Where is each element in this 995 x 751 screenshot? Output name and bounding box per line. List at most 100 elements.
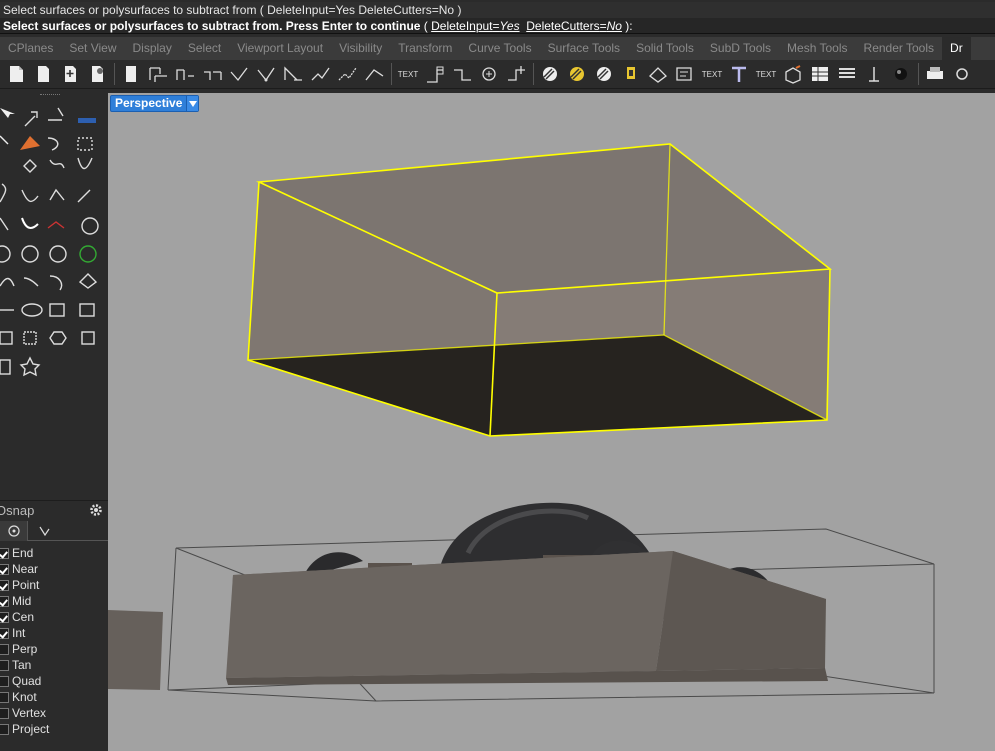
osnap-item-tan[interactable]: Tan	[0, 657, 49, 673]
explode-text-icon[interactable]: TEXT	[753, 62, 779, 86]
osnap-item-quad[interactable]: Quad	[0, 673, 49, 689]
add-page-icon[interactable]	[57, 62, 83, 86]
viewport-label[interactable]: Perspective	[110, 95, 200, 112]
osnap-item-knot[interactable]: Knot	[0, 689, 49, 705]
osnap-item-perp[interactable]: Perp	[0, 641, 49, 657]
option-delete-input-name: DeleteInput	[431, 19, 493, 33]
line-icon	[48, 107, 64, 121]
solid-block-icon[interactable]	[780, 62, 806, 86]
circle-tangent-icon	[21, 245, 39, 263]
tab-curve-tools[interactable]: Curve Tools	[460, 37, 539, 60]
viewport-title[interactable]: Perspective	[111, 96, 186, 111]
tab-set-view[interactable]: Set View	[61, 37, 124, 60]
osnap-checkbox[interactable]	[0, 611, 9, 623]
clipping-plane-icon[interactable]	[645, 62, 671, 86]
gear-icon[interactable]	[89, 503, 103, 517]
annotation-style-icon[interactable]	[618, 62, 644, 86]
osnap-checkbox[interactable]	[0, 547, 9, 559]
hatch-pattern-icon[interactable]	[537, 62, 563, 86]
osnap-checkbox[interactable]	[0, 643, 9, 655]
osnap-checkbox[interactable]	[0, 563, 9, 575]
tab-select[interactable]: Select	[180, 37, 229, 60]
spreadsheet-icon[interactable]	[807, 62, 833, 86]
radius-dimension-icon[interactable]	[307, 62, 333, 86]
osnap-item-near[interactable]: Near	[0, 561, 49, 577]
more-tools-icon[interactable]	[949, 62, 975, 86]
diameter-dimension-icon[interactable]	[334, 62, 360, 86]
hatch-icon[interactable]	[503, 62, 529, 86]
option-delete-cutters-value: No	[606, 19, 622, 33]
osnap-item-mid[interactable]: Mid	[0, 593, 49, 609]
cutter-box-selected[interactable]	[247, 143, 833, 437]
text-field-icon[interactable]	[726, 62, 752, 86]
tab-display[interactable]: Display	[125, 37, 180, 60]
osnap-item-end[interactable]: End	[0, 545, 49, 561]
text-icon[interactable]: TEXT	[395, 62, 421, 86]
osnap-checkbox[interactable]	[0, 707, 9, 719]
osnap-checkbox[interactable]	[0, 595, 9, 607]
option-delete-input[interactable]: DeleteInput=Yes	[431, 19, 519, 33]
tab-viewport-layout[interactable]: Viewport Layout	[229, 37, 331, 60]
text-icon-label: TEXT	[397, 69, 419, 79]
angle-dimension-icon[interactable]	[226, 62, 252, 86]
angle-dimension-2-icon[interactable]	[253, 62, 279, 86]
osnap-item-vertex[interactable]: Vertex	[0, 705, 49, 721]
tab-dr[interactable]: Dr	[942, 37, 971, 60]
tab-transform[interactable]: Transform	[390, 37, 460, 60]
hatch-boundary-icon[interactable]	[591, 62, 617, 86]
perspective-viewport[interactable]: Perspective	[108, 93, 995, 751]
blend-icon	[77, 189, 91, 203]
osnap-label: Int	[12, 626, 26, 640]
tab-visibility[interactable]: Visibility	[331, 37, 390, 60]
osnap-tab-object[interactable]	[0, 521, 28, 541]
osnap-label: Perp	[12, 642, 38, 656]
tab-subd-tools[interactable]: SubD Tools	[702, 37, 779, 60]
layout-icon[interactable]	[118, 62, 144, 86]
osnap-checkbox[interactable]	[0, 691, 9, 703]
aligned-dimension-icon[interactable]	[172, 62, 198, 86]
tab-render-tools[interactable]: Render Tools	[856, 37, 943, 60]
star-icon	[19, 356, 41, 377]
osnap-item-cen[interactable]: Cen	[0, 609, 49, 625]
rotated-dimension-icon[interactable]	[199, 62, 225, 86]
option-delete-cutters-name: DeleteCutters	[526, 19, 600, 33]
osnap-checkbox[interactable]	[0, 659, 9, 671]
osnap-item-project[interactable]: Project	[0, 721, 49, 737]
tab-mesh-tools[interactable]: Mesh Tools	[779, 37, 855, 60]
osnap-label: Near	[12, 562, 39, 576]
text-object-icon[interactable]: TEXT	[699, 62, 725, 86]
osnap-item-int[interactable]: Int	[0, 625, 49, 641]
triangle-down-icon[interactable]	[186, 96, 199, 111]
make-2d-icon[interactable]	[672, 62, 698, 86]
tab-cplanes[interactable]: CPlanes	[0, 37, 61, 60]
ordinate-dimension-icon[interactable]	[361, 62, 387, 86]
page-setup-icon[interactable]	[84, 62, 110, 86]
command-prompt: Select surfaces or polysurfaces to subtr…	[0, 18, 995, 34]
dot-icon[interactable]	[476, 62, 502, 86]
measure-icon[interactable]	[861, 62, 887, 86]
side-object[interactable]	[108, 610, 163, 690]
arc-dimension-icon[interactable]	[280, 62, 306, 86]
page-icon[interactable]	[30, 62, 56, 86]
osnap-checkbox[interactable]	[0, 675, 9, 687]
table-icon[interactable]	[834, 62, 860, 86]
linear-dimension-icon[interactable]	[145, 62, 171, 86]
tab-solid-tools[interactable]: Solid Tools	[628, 37, 702, 60]
option-delete-cutters[interactable]: DeleteCutters=No	[526, 19, 622, 33]
material-ball-icon[interactable]	[888, 62, 914, 86]
new-document-icon[interactable]	[3, 62, 29, 86]
osnap-checkbox[interactable]	[0, 723, 9, 735]
text-block-icon[interactable]	[449, 62, 475, 86]
select-arrow-icon	[0, 108, 15, 118]
print-icon[interactable]	[922, 62, 948, 86]
osnap-checkbox[interactable]	[0, 627, 9, 639]
osnap-item-point[interactable]: Point	[0, 577, 49, 593]
tab-surface-tools[interactable]: Surface Tools	[540, 37, 629, 60]
osnap-tab-smarttrack[interactable]	[30, 521, 58, 541]
leader-icon[interactable]	[422, 62, 448, 86]
hatch-edit-icon[interactable]	[564, 62, 590, 86]
explode-text-label: TEXT	[755, 69, 777, 79]
osnap-checkbox[interactable]	[0, 579, 9, 591]
osnap-title: Osnap	[0, 503, 35, 518]
command-history-line: Select surfaces or polysurfaces to subtr…	[0, 2, 995, 18]
